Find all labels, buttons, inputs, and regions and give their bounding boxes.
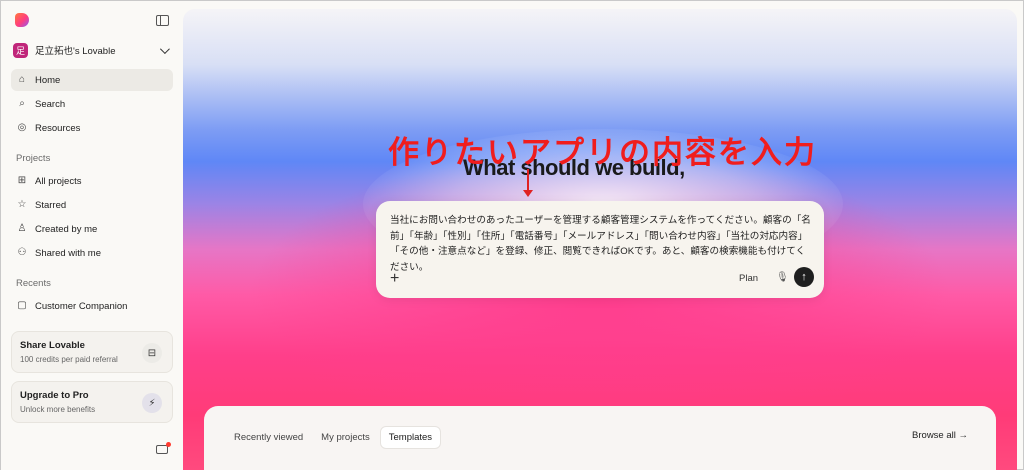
sidebar: 足 足立拓也's Lovable ⌂ Home ⌕ Search ◎ Resou… (1, 1, 183, 470)
workspace-name: 足立拓也's Lovable (35, 46, 116, 57)
workspace-avatar: 足 (13, 42, 28, 58)
projects-panel: Recently viewed My projects Templates Br… (204, 406, 996, 470)
plan-button[interactable]: Plan (739, 273, 758, 284)
users-icon: ⚇ (17, 247, 27, 258)
star-icon: ☆ (17, 199, 27, 210)
prompt-input[interactable]: 当社にお問い合わせのあったユーザーを管理する顧客管理システムを作ってください。顧… (390, 213, 814, 275)
sidebar-item-starred[interactable]: ☆ Starred (11, 194, 173, 216)
sidebar-item-label: Home (35, 74, 61, 86)
sidebar-item-resources[interactable]: ◎ Resources (11, 117, 173, 139)
tab-my-projects[interactable]: My projects (313, 427, 378, 448)
lovable-logo-icon[interactable] (15, 13, 29, 27)
chevron-down-icon (159, 43, 170, 54)
grid-icon: ⊞ (17, 175, 27, 186)
gift-icon[interactable]: ⊟ (142, 343, 162, 363)
tab-recently-viewed[interactable]: Recently viewed (226, 427, 311, 448)
sidebar-item-label: Resources (35, 122, 81, 134)
recents-section-label: Recents (16, 278, 51, 289)
sidebar-item-search[interactable]: ⌕ Search (11, 93, 173, 115)
workspace-switcher[interactable]: 足 足立拓也's Lovable (11, 39, 173, 61)
home-icon: ⌂ (18, 74, 26, 85)
notification-dot (166, 442, 171, 447)
sidebar-item-customer-companion[interactable]: ▢ Customer Companion (11, 295, 173, 317)
tab-templates[interactable]: Templates (379, 426, 442, 449)
plus-icon[interactable]: + (390, 271, 399, 287)
browse-all-link[interactable]: Browse all → (912, 430, 968, 441)
bolt-icon[interactable]: ⚡ (142, 393, 162, 413)
send-button[interactable]: ↑ (794, 267, 814, 287)
file-icon: ▢ (17, 300, 27, 311)
sidebar-item-label: Starred (35, 199, 67, 211)
sidebar-item-label: Created by me (35, 223, 98, 235)
annotation-label: 作りたいアプリの内容を入力 (388, 135, 817, 170)
sidebar-item-label: Shared with me (35, 247, 102, 259)
prompt-box[interactable]: 当社にお問い合わせのあったユーザーを管理する顧客管理システムを作ってください。顧… (376, 201, 824, 298)
main-nav: ⌂ Home ⌕ Search ◎ Resources (11, 69, 173, 139)
search-icon: ⌕ (19, 98, 25, 109)
sidebar-item-shared-with-me[interactable]: ⚇ Shared with me (11, 242, 173, 264)
sidebar-item-label: All projects (35, 175, 82, 187)
user-icon: ♙ (17, 223, 27, 234)
sidebar-item-label: Customer Companion (35, 300, 128, 312)
arrow-up-icon: ↑ (801, 271, 807, 283)
main-canvas: What should we build, 作りたいアプリの内容を入力 当社にお… (183, 9, 1017, 470)
sidebar-header (11, 1, 173, 39)
sidebar-item-all-projects[interactable]: ⊞ All projects (11, 170, 173, 192)
app-window: 足 足立拓也's Lovable ⌂ Home ⌕ Search ◎ Resou… (0, 0, 1024, 470)
annotation-arrow (523, 169, 533, 197)
share-lovable-card[interactable]: Share Lovable 100 credits per paid refer… (11, 331, 173, 373)
project-tabs: Recently viewed My projects Templates (226, 426, 443, 449)
upgrade-card[interactable]: Upgrade to Pro Unlock more benefits ⚡ (11, 381, 173, 423)
projects-section-label: Projects (16, 153, 51, 164)
compass-icon: ◎ (17, 122, 27, 133)
sidebar-item-home[interactable]: ⌂ Home (11, 69, 173, 91)
sidebar-item-created-by-me[interactable]: ♙ Created by me (11, 218, 173, 240)
microphone-icon[interactable]: 🎙 (776, 272, 789, 283)
toggle-sidebar-icon[interactable] (156, 14, 169, 26)
sidebar-item-label: Search (35, 98, 66, 110)
